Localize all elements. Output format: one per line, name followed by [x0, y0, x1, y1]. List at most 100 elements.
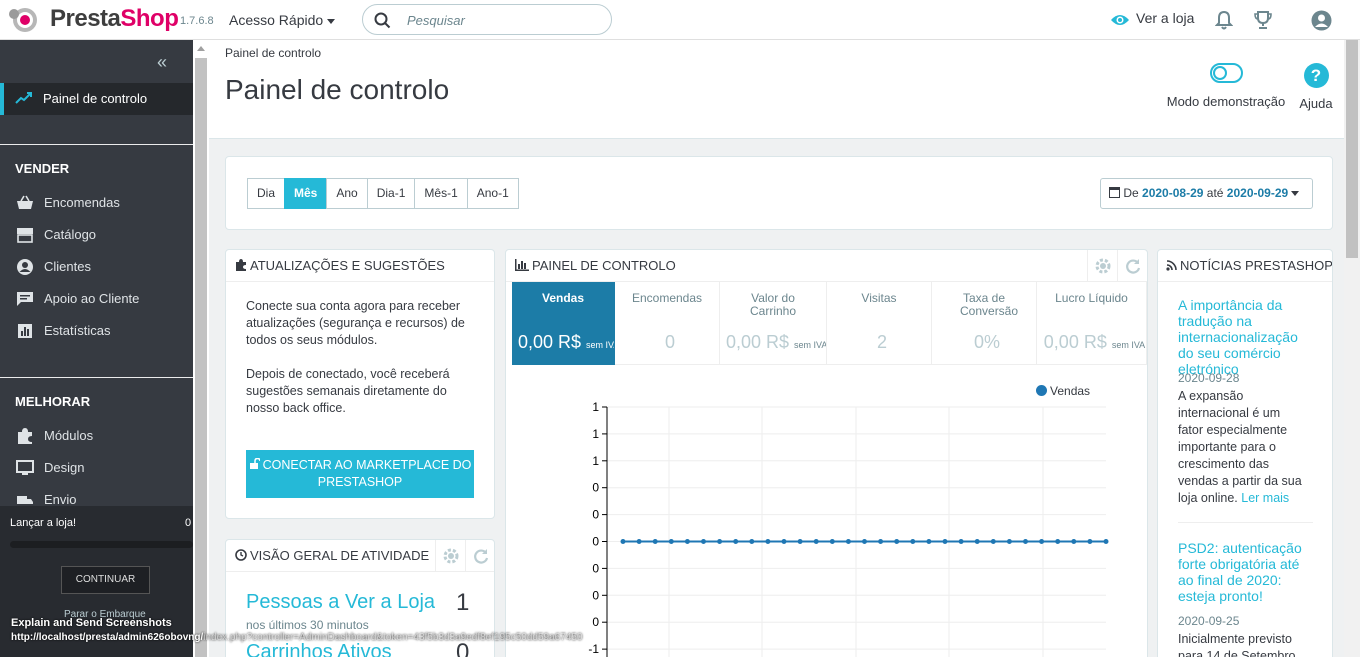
period-button[interactable]: Mês: [284, 178, 328, 209]
scrollbar-thumb[interactable]: [195, 58, 207, 657]
period-button[interactable]: Ano: [326, 178, 368, 209]
search-box[interactable]: [362, 4, 612, 35]
news-item-title[interactable]: A importância da tradução na internacion…: [1178, 297, 1313, 377]
sidebar-item-customers[interactable]: Clientes: [0, 254, 193, 280]
data-point: [701, 539, 706, 544]
visitors-subtitle: nos últimos 30 minutos: [246, 618, 369, 632]
kpi-net-profit[interactable]: Lucro Líquido 0,00 R$ sem IVA: [1037, 282, 1147, 365]
data-point: [958, 539, 964, 544]
kpi-value: 2: [876, 332, 887, 352]
panel-heading: ATUALIZAÇÕES E SUGESTÕES: [226, 250, 494, 282]
page-header: Painel de controlo Painel de controlo Mo…: [209, 40, 1344, 139]
active-carts-label[interactable]: Carrinhos Ativos: [246, 641, 392, 657]
data-point: [797, 539, 803, 544]
scrollbar-thumb[interactable]: [1346, 40, 1358, 258]
page-scrollbar-left[interactable]: [193, 40, 209, 657]
sidebar-item-label: Catálogo: [44, 227, 97, 242]
data-point: [1006, 539, 1012, 544]
data-point: [781, 539, 787, 544]
toggle-switch-icon[interactable]: [1209, 63, 1243, 83]
period-button[interactable]: Mês-1: [414, 178, 468, 209]
continue-button[interactable]: CONTINUAR: [61, 566, 150, 594]
updates-text-2: Depois de conectado, você receberá suges…: [246, 367, 450, 415]
onboarding-percent: 0: [185, 517, 192, 529]
scroll-up-arrow-icon[interactable]: [197, 46, 205, 51]
desktop-icon: [16, 460, 34, 475]
data-point: [1103, 539, 1109, 544]
sidebar-item-design[interactable]: Design: [0, 455, 193, 481]
onboarding-progress-bar: [10, 541, 193, 548]
gear-icon: [443, 548, 458, 564]
news-item-title[interactable]: PSD2: autenticação forte obrigatória até…: [1178, 540, 1313, 604]
data-point: [926, 539, 932, 544]
refresh-button[interactable]: [1117, 250, 1147, 282]
date-range-picker[interactable]: De 2020-08-29 até 2020-09-29: [1100, 178, 1313, 209]
collapse-sidebar-icon[interactable]: «: [157, 52, 167, 73]
section-improve-title: MELHORAR: [15, 394, 91, 409]
panel-heading: NOTÍCIAS PRESTASHOP: [1158, 250, 1332, 282]
account-avatar-icon[interactable]: [1311, 10, 1332, 31]
kpi-label: Encomendas: [631, 291, 703, 305]
data-point: [1055, 539, 1061, 544]
sidebar-nav: « Painel de controlo VENDER Encomendas C…: [0, 40, 193, 657]
trophy-icon[interactable]: [1253, 10, 1273, 30]
notifications-bell-icon[interactable]: [1215, 10, 1233, 30]
demo-mode-toggle[interactable]: Modo demonstração: [1166, 63, 1286, 109]
prestashop-logo-icon[interactable]: [8, 6, 42, 34]
gear-icon: [1095, 258, 1110, 274]
section-sell-title: VENDER: [15, 161, 70, 176]
rss-icon: [1166, 260, 1177, 271]
sidebar-item-orders[interactable]: Encomendas: [0, 190, 193, 216]
breadcrumb[interactable]: Painel de controlo: [225, 46, 321, 60]
sidebar-item-catalog[interactable]: Catálogo: [0, 222, 193, 248]
kpi-sales[interactable]: Vendas 0,00 R$sem IVA: [512, 282, 615, 365]
refresh-button[interactable]: [465, 540, 494, 572]
kpi-value: 0%: [973, 332, 1000, 352]
kpi-label: Lucro Líquido: [1055, 291, 1128, 305]
refresh-icon: [1125, 259, 1140, 274]
kpi-conversion[interactable]: Taxa de Conversão 0%: [932, 282, 1037, 365]
panel-title: ATUALIZAÇÕES E SUGESTÕES: [235, 258, 445, 273]
sidebar-item-modules[interactable]: Módulos: [0, 423, 193, 449]
sidebar-item-label: Design: [44, 460, 85, 475]
read-more-link[interactable]: Ler mais: [1241, 491, 1289, 505]
overlay-caption: Explain and Send Screenshots: [11, 617, 172, 629]
divider: [0, 144, 193, 145]
y-tick-label: 0: [592, 481, 599, 495]
kpi-label: Vendas: [541, 291, 585, 305]
data-point: [894, 539, 900, 544]
kpi-cart-value[interactable]: Valor do Carrinho 0,00 R$ sem IVA: [720, 282, 827, 365]
sidebar-item-label: Envio: [44, 492, 77, 507]
quick-access-dropdown[interactable]: Acesso Rápido: [229, 12, 336, 28]
y-tick-label: 1: [592, 427, 599, 441]
brand-logo[interactable]: PrestaShop: [50, 5, 179, 33]
sidebar-item-label: Apoio ao Cliente: [44, 291, 140, 306]
window-scrollbar[interactable]: [1344, 40, 1360, 657]
sidebar-item-statistics[interactable]: Estatísticas: [0, 318, 193, 344]
kpi-orders[interactable]: Encomendas 0: [615, 282, 720, 365]
sales-line-chart[interactable]: 1 1 1 0 0 0 0 0 0 -1: [506, 395, 1147, 657]
sidebar-item-label: Estatísticas: [44, 323, 111, 338]
configure-button[interactable]: [1087, 250, 1117, 282]
version-label: 1.7.6.8: [180, 15, 214, 27]
onboarding-label: Lançar a loja!: [10, 517, 77, 529]
search-input[interactable]: [407, 11, 597, 29]
period-button[interactable]: Ano-1: [466, 178, 519, 209]
view-shop-link[interactable]: Ver a loja: [1110, 10, 1194, 27]
period-button[interactable]: Dia: [247, 178, 286, 209]
visitors-label[interactable]: Pessoas a Ver a Loja: [246, 591, 435, 614]
search-icon[interactable]: [374, 12, 391, 29]
panel-tools: [1087, 250, 1147, 282]
configure-button[interactable]: [435, 540, 465, 572]
shopping-basket-icon: [17, 195, 33, 209]
sidebar-item-customer-service[interactable]: Apoio ao Cliente: [0, 286, 193, 312]
kpi-visits[interactable]: Visitas 2: [827, 282, 932, 365]
period-button[interactable]: Dia-1: [366, 178, 416, 209]
y-tick-label: 0: [592, 561, 599, 575]
news-item-body: A expansão internacional é um fator espe…: [1178, 389, 1302, 505]
connect-marketplace-button[interactable]: CONECTAR AO MARKETPLACE DO PRESTASHOP: [246, 450, 474, 498]
panel-title: NOTÍCIAS PRESTASHOP: [1166, 258, 1332, 273]
calendar-icon: [1109, 187, 1120, 198]
help-button[interactable]: ? Ajuda: [1296, 63, 1336, 111]
sidebar-item-dashboard[interactable]: Painel de controlo: [0, 83, 193, 115]
